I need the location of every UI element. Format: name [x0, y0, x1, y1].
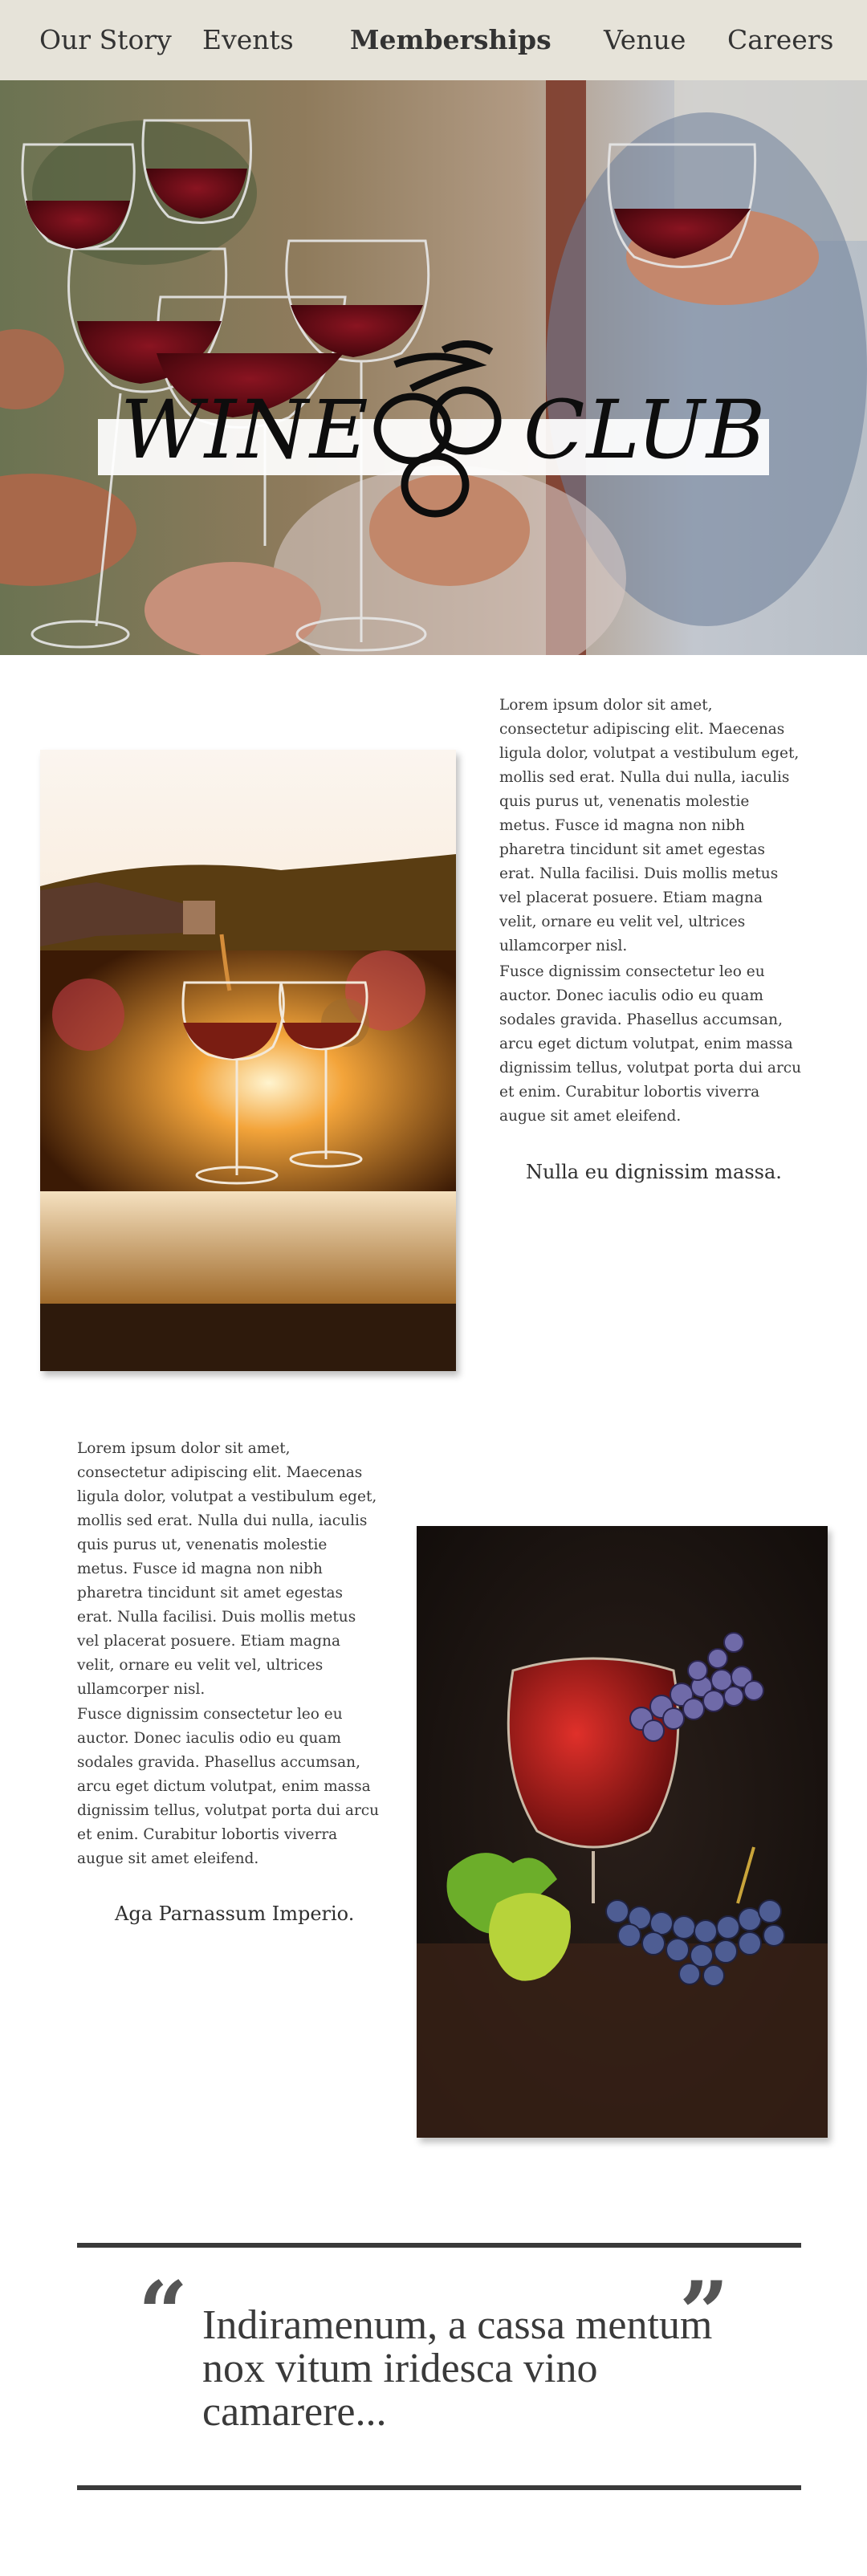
wine-grapes-photo: [417, 1526, 828, 2138]
nav-memberships[interactable]: Memberships: [350, 24, 552, 55]
hero-section: WINE CLUB: [0, 80, 867, 655]
top-nav: Our Story Events Memberships Venue Caree…: [0, 0, 867, 80]
wine-club-logo-banner: WINE CLUB: [98, 340, 769, 518]
grape-vine-logo-icon: [373, 340, 502, 518]
nav-venue[interactable]: Venue: [604, 24, 686, 55]
nav-careers[interactable]: Careers: [727, 24, 833, 55]
wine-pour-sunset-photo: [40, 750, 456, 1371]
quote-bottom-rule: [77, 2485, 801, 2490]
pull-quote-text: Indiramenum, a cassa mentum nox vitum ir…: [202, 2302, 713, 2435]
quote-top-rule: [77, 2243, 801, 2248]
section2-tagline: Aga Parnassum Imperio.: [115, 1902, 355, 1925]
logo-word-club: CLUB: [523, 383, 767, 477]
section2-paragraph-1: Lorem ipsum dolor sit amet, consectetur …: [77, 1440, 377, 1698]
open-quote-icon: “: [138, 2263, 189, 2364]
logo-word-wine: WINE: [120, 383, 370, 477]
section1-paragraph-2: Fusce dignissim consectetur leo eu aucto…: [499, 963, 802, 1125]
section1-paragraph-1: Lorem ipsum dolor sit amet, consectetur …: [499, 697, 800, 954]
section2-paragraph-2: Fusce dignissim consectetur leo eu aucto…: [77, 1706, 380, 1867]
nav-events[interactable]: Events: [202, 24, 294, 55]
nav-our-story[interactable]: Our Story: [39, 24, 172, 55]
section1-tagline: Nulla eu dignissim massa.: [526, 1161, 782, 1183]
